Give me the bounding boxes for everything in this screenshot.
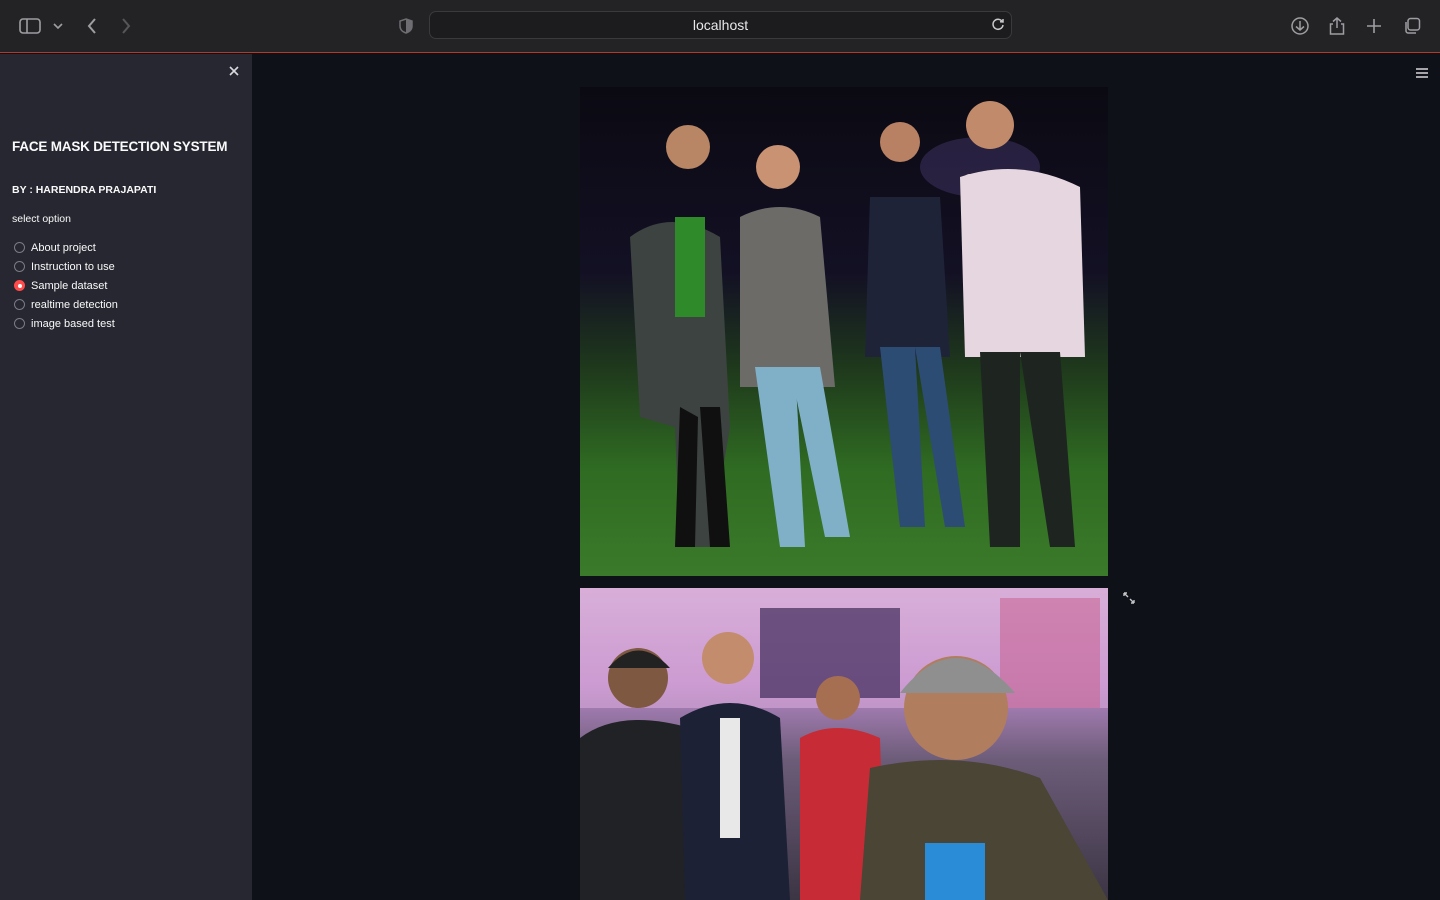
select-option-label: select option <box>12 213 71 225</box>
radio-circle-selected[interactable] <box>14 280 25 291</box>
radio-label: Sample dataset <box>31 279 108 292</box>
radio-about-project[interactable]: About project <box>14 238 118 257</box>
sidebar-toggle-icon[interactable] <box>18 14 42 38</box>
radio-label: About project <box>31 241 96 254</box>
radio-image-based-test[interactable]: image based test <box>14 314 118 333</box>
shield-icon[interactable] <box>394 14 418 38</box>
url-text: localhost <box>692 17 749 33</box>
sample-photo-2 <box>580 588 1108 900</box>
chevron-down-icon[interactable] <box>48 14 68 38</box>
close-sidebar-icon[interactable] <box>226 63 242 79</box>
radio-sample-dataset[interactable]: Sample dataset <box>14 276 118 295</box>
share-icon[interactable] <box>1325 14 1349 38</box>
download-icon[interactable] <box>1288 14 1312 38</box>
browser-toolbar: localhost <box>0 0 1440 53</box>
photo-1-illustration <box>630 101 1085 547</box>
sample-photo-1 <box>580 87 1108 576</box>
address-bar[interactable]: localhost <box>429 11 1012 39</box>
radio-circle[interactable] <box>14 261 25 272</box>
hamburger-menu-icon[interactable] <box>1416 65 1428 78</box>
option-radio-group: About project Instruction to use Sample … <box>14 238 118 333</box>
tabs-overview-icon[interactable] <box>1400 14 1424 38</box>
back-icon[interactable] <box>80 14 104 38</box>
photo-2-illustration <box>580 588 1108 900</box>
radio-instruction-to-use[interactable]: Instruction to use <box>14 257 118 276</box>
author-byline: BY : HARENDRA PRAJAPATI <box>12 184 157 196</box>
fullscreen-icon[interactable] <box>1120 589 1138 607</box>
radio-circle[interactable] <box>14 242 25 253</box>
reload-icon[interactable] <box>991 17 1005 31</box>
radio-label: Instruction to use <box>31 260 115 273</box>
sidebar: FACE MASK DETECTION SYSTEM BY : HARENDRA… <box>0 54 252 900</box>
radio-label: realtime detection <box>31 298 118 311</box>
radio-circle[interactable] <box>14 318 25 329</box>
radio-realtime-detection[interactable]: realtime detection <box>14 295 118 314</box>
forward-icon[interactable] <box>114 14 138 38</box>
app-title: FACE MASK DETECTION SYSTEM <box>12 139 228 154</box>
new-tab-icon[interactable] <box>1362 14 1386 38</box>
radio-circle[interactable] <box>14 299 25 310</box>
radio-label: image based test <box>31 317 115 330</box>
